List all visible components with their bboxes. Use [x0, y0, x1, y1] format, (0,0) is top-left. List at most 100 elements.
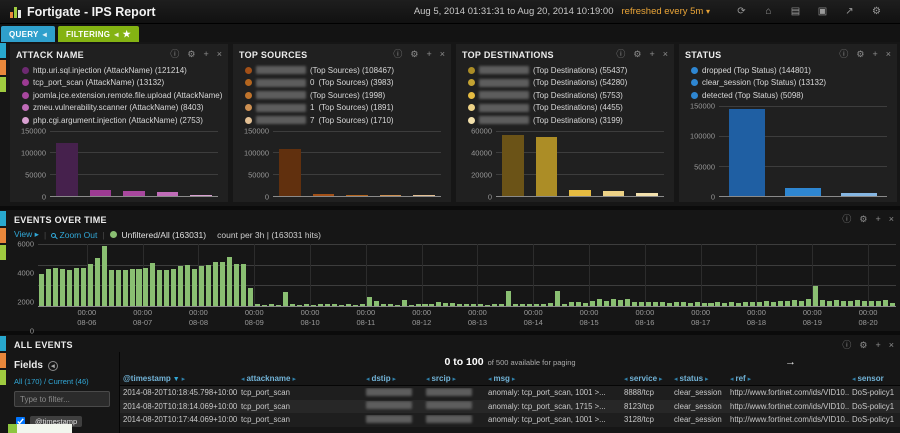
column-name[interactable]: msg	[493, 374, 509, 383]
move-column-right-icon[interactable]: ▸	[451, 376, 457, 383]
row-add-panel-tab[interactable]	[0, 245, 6, 260]
sort-desc-icon[interactable]: ▼	[171, 376, 180, 383]
fields-summary-links[interactable]: All (170) / Current (46)	[14, 377, 113, 386]
save-dashboard-icon[interactable]: ▣	[809, 6, 836, 17]
legend-item[interactable]: (Top Sources) (1998)	[245, 89, 445, 102]
legend-item[interactable]: 0 (Top Sources) (3983)	[245, 77, 445, 90]
configure-icon[interactable]: ⚙	[187, 50, 195, 59]
row-add-panel-tab[interactable]	[0, 370, 6, 385]
configure-icon[interactable]: ⚙	[410, 50, 418, 59]
configure-icon[interactable]: ⚙	[633, 50, 641, 59]
home-icon[interactable]: ⌂	[755, 6, 782, 17]
move-column-right-icon[interactable]: ▸	[510, 376, 516, 383]
fields-collapse-icon[interactable]: ◂	[47, 360, 58, 371]
info-icon[interactable]: ⓘ	[839, 50, 848, 59]
refresh-icon[interactable]: ⟳	[728, 6, 755, 17]
column-name[interactable]: attackname	[246, 374, 290, 383]
move-column-right-icon[interactable]: ▸	[291, 376, 296, 383]
configure-icon[interactable]: ⚙	[859, 340, 867, 350]
move-icon[interactable]: +	[872, 50, 877, 59]
table-row[interactable]: 2014-08-20T10:18:14.069+10:00 tcp_port_sc…	[120, 399, 900, 413]
row-collapse-tab[interactable]	[0, 43, 6, 58]
settings-icon[interactable]: ⚙	[863, 6, 890, 17]
legend-item[interactable]: tcp_port_scan (AttackName) (13132)	[22, 77, 222, 90]
legend-item[interactable]: (Top Sources) (108467)	[245, 64, 445, 77]
column-name[interactable]: sensor	[857, 374, 883, 383]
interval-note[interactable]: count per 3h | (163031 hits)	[217, 230, 321, 240]
refresh-interval-link[interactable]: refreshed every 5m ▾	[622, 6, 711, 17]
column-name[interactable]: srcip	[431, 374, 450, 383]
query-button[interactable]: QUERY ◂	[1, 26, 55, 42]
view-menu[interactable]: View ▸	[14, 229, 39, 240]
close-icon[interactable]: ×	[886, 50, 891, 59]
share-icon[interactable]: ↗	[836, 6, 863, 17]
events-plot-area[interactable]: 00:00 08-06 00:00 08-07 00:00 08-08 00:00 08-09…	[38, 244, 896, 327]
row-config-tab[interactable]	[0, 228, 6, 243]
legend-item[interactable]: (Top Destinations) (4455)	[468, 102, 668, 115]
move-icon[interactable]: +	[875, 215, 880, 224]
move-icon[interactable]: +	[875, 340, 880, 350]
move-icon[interactable]: +	[203, 50, 208, 59]
close-icon[interactable]: ×	[889, 215, 894, 224]
info-icon[interactable]: ⓘ	[170, 50, 179, 59]
close-icon[interactable]: ×	[663, 50, 668, 59]
legend-item[interactable]: (Top Destinations) (54280)	[468, 77, 668, 90]
legend-item[interactable]: (Top Destinations) (55437)	[468, 64, 668, 77]
legend-item[interactable]: (Top Destinations) (5753)	[468, 89, 668, 102]
table-row[interactable]: 2014-08-20T10:18:45.798+10:00 tcp_port_sc…	[120, 386, 900, 400]
redacted-value	[256, 116, 306, 125]
column-name[interactable]: @timestamp	[123, 374, 171, 383]
bar	[89, 190, 112, 196]
configure-icon[interactable]: ⚙	[856, 50, 864, 59]
x-tick-time: 00:00	[412, 308, 432, 317]
move-column-right-icon[interactable]: ▸	[180, 376, 186, 383]
histogram-bar	[324, 303, 330, 306]
configure-icon[interactable]: ⚙	[859, 215, 867, 224]
legend-item[interactable]: (Top Destinations) (3199)	[468, 114, 668, 127]
column-name[interactable]: status	[679, 374, 703, 383]
legend-item[interactable]: joomla.jce.extension.remote.file.upload …	[22, 89, 222, 102]
row-config-tab[interactable]	[0, 60, 6, 75]
legend-item[interactable]: http.uri.sql.injection (AttackName) (121…	[22, 64, 222, 77]
row-controls	[0, 210, 8, 331]
move-icon[interactable]: +	[649, 50, 654, 59]
move-icon[interactable]: +	[426, 50, 431, 59]
legend-item[interactable]: php.cgi.argument.injection (AttackName) …	[22, 114, 222, 127]
close-icon[interactable]: ×	[440, 50, 445, 59]
move-column-right-icon[interactable]: ▸	[391, 376, 397, 383]
row-config-tab[interactable]	[0, 353, 6, 368]
legend-item[interactable]: dropped (Top Status) (144801)	[691, 64, 891, 77]
row-add-panel-tab[interactable]	[0, 77, 6, 92]
row-collapse-tab[interactable]	[0, 336, 6, 351]
close-icon[interactable]: ×	[889, 340, 894, 350]
field-filter-input[interactable]	[14, 391, 110, 407]
legend-item[interactable]: zmeu.vulnerability.scanner (AttackName) …	[22, 102, 222, 115]
time-range-picker[interactable]: Aug 5, 2014 01:31:31 to Aug 20, 2014 10:…	[414, 6, 614, 17]
move-column-right-icon[interactable]: ▸	[703, 376, 709, 383]
legend-dot-icon	[691, 66, 698, 74]
column-name[interactable]: service	[629, 374, 657, 383]
info-icon[interactable]: ⓘ	[842, 340, 851, 350]
legend-item[interactable]: clear_session (Top Status) (13132)	[691, 77, 891, 90]
load-dashboard-icon[interactable]: ▤	[782, 6, 809, 17]
move-column-right-icon[interactable]: ▸	[657, 376, 663, 383]
bar	[785, 188, 821, 196]
close-icon[interactable]: ×	[217, 50, 222, 59]
column-name[interactable]: ref	[735, 374, 745, 383]
move-column-right-icon[interactable]: ▸	[746, 376, 752, 383]
info-icon[interactable]: ⓘ	[842, 215, 851, 224]
column-name[interactable]: dstip	[371, 374, 390, 383]
events-histogram[interactable]: 6000 4000 2000 0 00:00 08-06 00:00 08-07 00:00 0…	[8, 240, 900, 336]
zoom-out-button[interactable]: Zoom Out	[51, 230, 97, 240]
filtering-button[interactable]: FILTERING ◂ ★	[57, 26, 140, 42]
x-tick-time: 00:00	[523, 308, 543, 317]
info-icon[interactable]: ⓘ	[393, 50, 402, 59]
legend-item[interactable]: 1 (Top Sources) (1891)	[245, 102, 445, 115]
legend-item[interactable]: detected (Top Status) (5098)	[691, 89, 891, 102]
info-icon[interactable]: ⓘ	[616, 50, 625, 59]
query-legend-dot[interactable]	[109, 231, 117, 238]
legend-item[interactable]: 7 (Top Sources) (1710)	[245, 114, 445, 127]
row-collapse-tab[interactable]	[0, 211, 6, 226]
table-row[interactable]: 2014-08-20T10:17:44.069+10:00 tcp_port_sc…	[120, 413, 900, 427]
next-page-arrow[interactable]: →	[785, 356, 796, 368]
